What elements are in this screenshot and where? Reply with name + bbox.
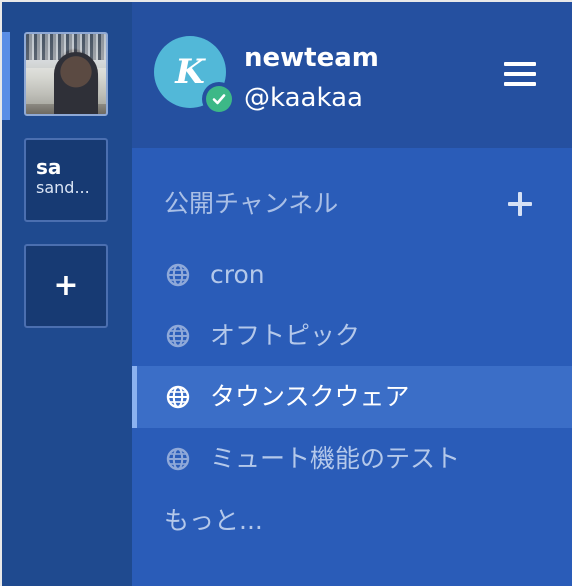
channel-label: ミュート機能のテスト [210,444,461,473]
team-tile-photo[interactable] [24,32,108,116]
check-icon [212,94,226,105]
hamburger-icon-bar [504,62,536,66]
public-channels-heading: 公開チャンネル [164,189,339,218]
status-badge [202,82,236,116]
team-sidebar: sa sand... + [2,2,132,586]
channel-list: 公開チャンネル cron オフトピック タウンスクウェア ミュート機能のテスト … [132,148,572,586]
online-status-icon [206,86,232,112]
team-photo-person [54,52,98,114]
globe-icon [166,263,190,287]
more-channels-link[interactable]: もっと... [164,504,263,538]
active-team-indicator [2,32,10,120]
username: @kaakaa [244,83,363,113]
add-team-button[interactable]: + [24,244,108,328]
channel-item-town-square[interactable]: タウンスクウェア [132,366,572,428]
channel-item-off-topic[interactable]: オフトピック [132,305,572,367]
team-name: newteam [244,43,379,73]
team-short-name: sand... [36,178,90,197]
plus-icon: + [53,268,79,303]
hamburger-icon-bar [504,82,536,86]
hamburger-icon-bar [504,72,536,76]
add-channel-button[interactable] [504,188,536,220]
globe-icon [166,324,190,348]
globe-icon [166,447,190,471]
channel-label: オフトピック [210,321,361,350]
channel-item-mute-test[interactable]: ミュート機能のテスト [132,428,572,490]
app-window: sa sand... + K newteam @kaakaa 公開チャンネル c… [0,0,572,586]
team-tile-sandbox[interactable]: sa sand... [24,138,108,222]
avatar-letter: K [175,52,205,92]
sidebar-header: K newteam @kaakaa [132,2,572,148]
channel-label: cron [210,260,265,289]
channel-label: タウンスクウェア [210,382,410,411]
main-menu-button[interactable] [502,60,538,88]
active-channel-indicator [132,366,137,428]
globe-icon [166,385,190,409]
channel-item-cron[interactable]: cron [132,244,572,306]
team-initials: sa [36,155,62,179]
